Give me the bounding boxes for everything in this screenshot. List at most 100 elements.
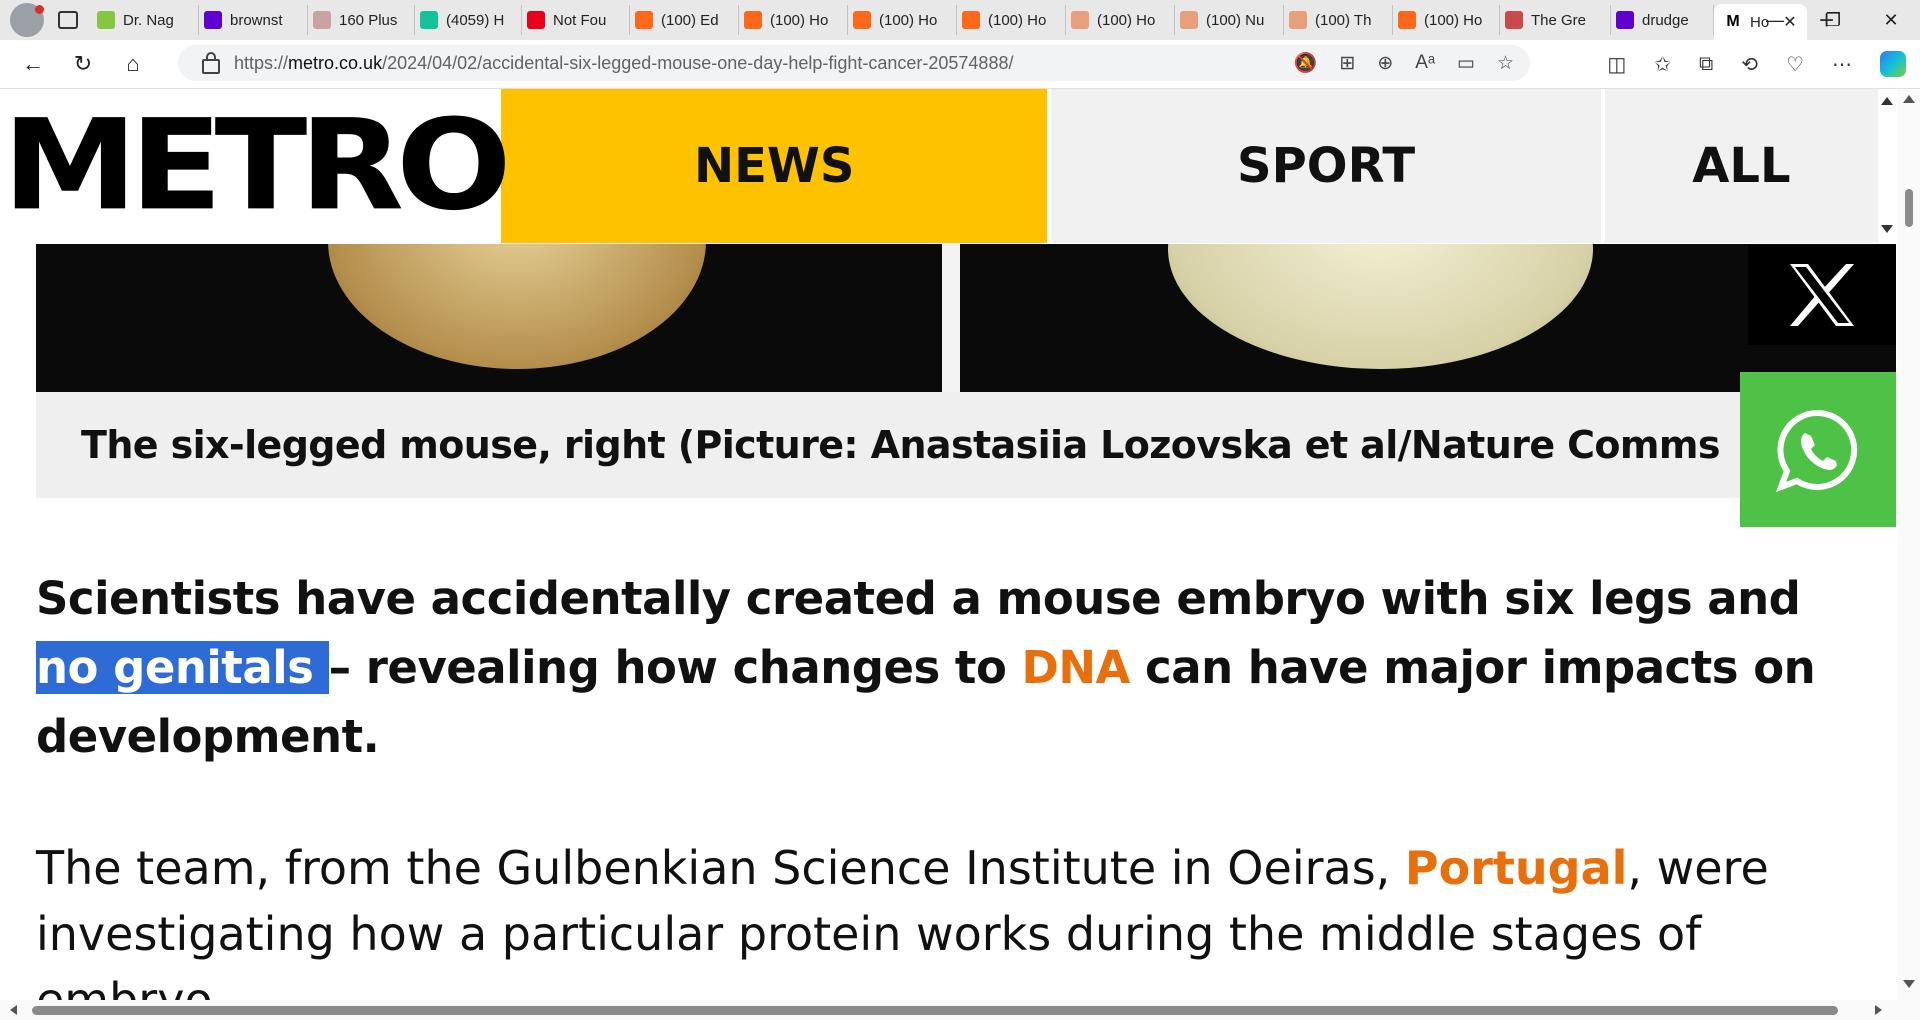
tab-title: (100) Ho [770,11,829,29]
tab-title: The Gre [1531,11,1587,29]
tab-item[interactable]: Not Fou [522,5,630,35]
horizontal-scroll-thumb[interactable] [32,1006,1838,1015]
tab-item[interactable]: The Gre [1500,5,1611,35]
site-header: METRO NEWS SPORT ALL [2,89,1878,243]
tab-title: Not Fou [553,11,607,29]
share-whatsapp-button[interactable] [1740,372,1896,527]
rumble-icon [97,11,115,29]
photo-divider [942,244,960,392]
tab-title: (100) Th [1315,11,1372,29]
substack-icon [1398,11,1416,29]
url-field[interactable]: https://metro.co.uk/2024/04/02/accidenta… [178,45,1530,81]
substack-icon [1289,11,1307,29]
tab-title: (100) Ed [661,11,719,29]
substack-icon [635,11,653,29]
vertical-scroll-thumb[interactable] [1905,189,1913,227]
scroll-left-icon[interactable] [10,1005,17,1015]
apps-icon[interactable]: ⊞ [1339,52,1355,75]
toolbar: ◫ ✩ ⧉ ⟲ ♡ ⋯ [1607,40,1906,88]
grammarly-icon [420,11,438,29]
favorite-star-icon[interactable]: ☆ [1497,52,1514,75]
lock-icon[interactable] [202,51,220,74]
vertical-scrollbar[interactable] [1898,89,1920,1000]
address-bar: ← ↻ ⌂ https://metro.co.uk/2024/04/02/acc… [0,40,1920,89]
tab-title: (100) Ho [988,11,1047,29]
history-icon[interactable]: ⟲ [1741,52,1758,77]
share-x-button[interactable] [1748,245,1896,345]
ds-icon [1505,11,1523,29]
tab-item[interactable]: (100) Ho [1066,5,1175,35]
tab-item[interactable]: (100) Ho [739,5,848,35]
tab-title: (100) Nu [1206,11,1265,29]
selected-text: no genitals [36,641,329,694]
substack-icon [962,11,980,29]
article-photo [36,244,1896,392]
tab-title: 160 Plus [339,11,398,29]
tab-bar: Dr. Nag brownst 160 Plus (4059) H Not Fou (10… [0,0,1920,40]
tab-title: (100) Ho [879,11,938,29]
url-text: https://metro.co.uk/2024/04/02/accidenta… [234,52,1014,73]
tab-item[interactable]: (100) Ho [1393,5,1500,35]
tab-title: (100) Ho [1424,11,1483,29]
red-alert-icon [527,11,545,29]
scroll-down-icon[interactable] [1903,980,1915,988]
image-caption: The six-legged mouse, right (Picture: An… [36,392,1740,498]
article-lead: Scientists have accidentally created a m… [36,572,1816,763]
tab-item[interactable]: drudge [1611,5,1714,35]
portugal-link[interactable]: Portugal [1405,841,1627,895]
tab-item[interactable]: Dr. Nag [92,5,199,35]
notifications-off-icon[interactable]: 🔕 [1294,51,1318,75]
split-screen-icon[interactable]: ◫ [1607,52,1626,77]
tab-item[interactable]: brownst [199,5,308,35]
mouse-embryo-left [328,244,706,369]
business-insider-icon [313,11,331,29]
tab-actions-icon[interactable] [50,4,86,36]
home-button[interactable]: ⌂ [108,44,158,84]
tab-item[interactable]: 160 Plus [308,5,415,35]
tab-list: Dr. Nag brownst 160 Plus (4059) H Not Fou (10… [92,0,1714,40]
refresh-button[interactable]: ↻ [58,44,108,84]
performance-icon[interactable]: ♡ [1786,52,1804,77]
mouse-embryo-right [1168,244,1593,369]
nav-news[interactable]: NEWS [501,89,1048,243]
dna-link[interactable]: DNA [1022,641,1131,694]
x-logo-icon [1790,264,1854,326]
tab-item[interactable]: (100) Ho [848,5,957,35]
close-window-button[interactable]: ✕ [1862,0,1920,40]
profile-avatar[interactable] [10,3,44,37]
scroll-right-icon[interactable] [1875,1005,1882,1015]
nav-scroll-arrows[interactable] [1878,89,1898,241]
metro-logo[interactable]: METRO [2,89,511,243]
substack-icon [744,11,762,29]
immersive-reader-icon[interactable]: ▭ [1457,52,1475,75]
page-viewport: METRO NEWS SPORT ALL The six-legged mous… [0,89,1920,1020]
more-menu-icon[interactable]: ⋯ [1832,52,1852,77]
substack-icon [1180,11,1198,29]
article-body: The team, from the Gulbenkian Science In… [36,841,1769,1020]
copilot-icon[interactable] [1880,51,1906,77]
restore-button[interactable]: ❐ [1804,0,1862,40]
tab-title: (100) Ho [1097,11,1156,29]
collections-icon[interactable]: ⧉ [1699,53,1713,76]
tab-title: brownst [230,11,283,29]
nav-all[interactable]: ALL [1604,89,1878,243]
tab-item[interactable]: (100) Nu [1175,5,1284,35]
zoom-icon[interactable]: ⊕ [1377,52,1393,75]
read-aloud-icon[interactable]: Aᵃ [1415,52,1435,74]
horizontal-scrollbar[interactable] [0,1000,1920,1020]
back-button[interactable]: ← [8,44,58,84]
substack-icon [853,11,871,29]
scroll-up-icon[interactable] [1903,95,1915,103]
yahoo-icon [204,11,222,29]
minimize-button[interactable]: — [1746,0,1804,40]
favorites-icon[interactable]: ✩ [1654,52,1671,77]
tab-item[interactable]: (100) Ho [957,5,1066,35]
tab-title: (4059) H [446,11,505,29]
tab-title: drudge [1642,11,1689,29]
tab-item[interactable]: (4059) H [415,5,522,35]
yahoo-icon [1616,11,1634,29]
nav-sport[interactable]: SPORT [1051,89,1601,243]
tab-item[interactable]: (100) Ed [630,5,739,35]
tab-item[interactable]: (100) Th [1284,5,1393,35]
tab-title: Dr. Nag [123,11,174,29]
